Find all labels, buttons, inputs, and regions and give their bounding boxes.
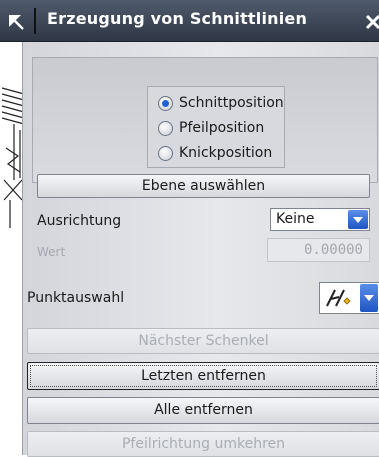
select-plane-button[interactable]: Ebene auswählen [37, 174, 370, 198]
section-panel: Schnittposition Pfeilposition Knickposit… [32, 57, 378, 183]
title-separator [34, 8, 36, 34]
value-input[interactable]: 0.00000 [267, 238, 370, 262]
reverse-arrow-button[interactable]: Pfeilrichtung umkehren [27, 431, 379, 457]
orientation-value: Keine [276, 211, 315, 227]
dialog-title: Erzeugung von Schnittlinien [47, 9, 308, 28]
close-icon[interactable] [364, 10, 379, 32]
chevron-down-icon[interactable] [348, 210, 368, 229]
radio-label: Pfeilposition [179, 120, 265, 136]
dialog-title-bar[interactable]: Erzeugung von Schnittlinien [0, 0, 379, 42]
remove-all-button[interactable]: Alle entfernen [27, 397, 379, 424]
position-radio-group: Schnittposition Pfeilposition Knickposit… [147, 86, 285, 168]
remove-last-button[interactable]: Letzten entfernen [27, 362, 379, 390]
next-leg-button[interactable]: Nächster Schenkel [27, 328, 379, 354]
dialog-body: Schnittposition Pfeilposition Knickposit… [22, 42, 379, 457]
snap-point-icon [326, 289, 351, 307]
point-selection-dropdown[interactable] [319, 282, 379, 314]
radio-option-schnittposition[interactable]: Schnittposition [148, 91, 286, 115]
radio-option-knickposition[interactable]: Knickposition [148, 141, 286, 165]
radio-button[interactable] [158, 120, 173, 136]
orientation-select[interactable]: Keine [270, 208, 370, 231]
radio-option-pfeilposition[interactable]: Pfeilposition [148, 116, 286, 140]
collapse-arrow-icon[interactable] [6, 12, 26, 32]
radio-label: Knickposition [179, 145, 273, 161]
orientation-label: Ausrichtung [37, 213, 122, 229]
radio-label: Schnittposition [179, 95, 284, 111]
value-label: Wert [37, 245, 66, 259]
radio-button-selected[interactable] [158, 95, 173, 111]
point-selection-label: Punktauswahl [27, 290, 125, 306]
chevron-down-icon[interactable] [360, 284, 378, 312]
radio-button[interactable] [158, 145, 173, 161]
